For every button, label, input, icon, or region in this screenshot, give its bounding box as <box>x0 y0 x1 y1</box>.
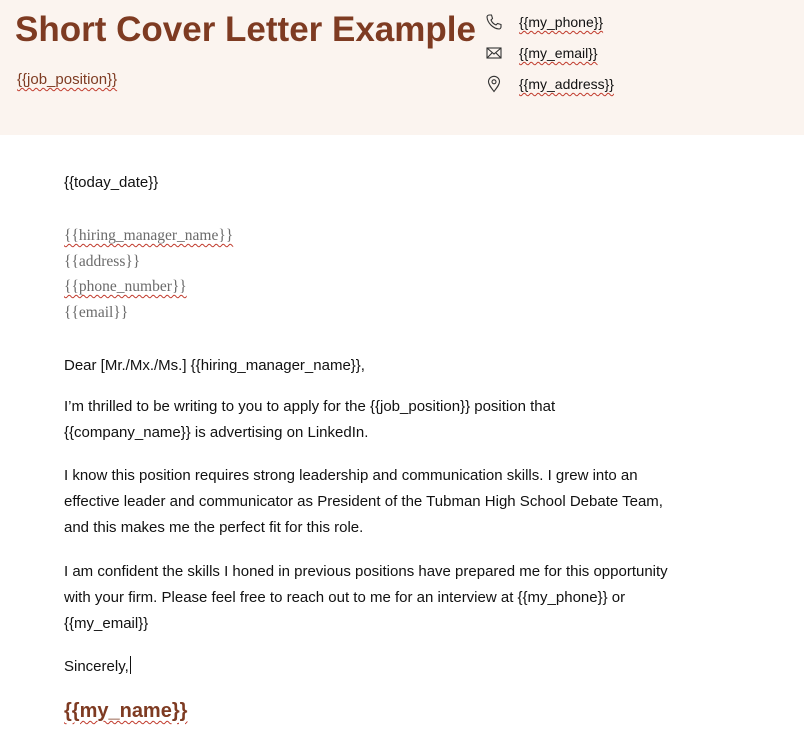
recipient-address: {{address}} <box>64 252 141 270</box>
recipient-block: {{hiring_manager_name}} {{address}} {{ph… <box>64 223 233 325</box>
text-cursor <box>129 656 131 674</box>
paragraph-1-line-2: {{company_name}} is advertising on Linke… <box>64 424 369 441</box>
document-title: Short Cover Letter Example <box>15 10 476 49</box>
recipient-email: {{email}} <box>64 303 129 321</box>
closing-text[interactable]: Sincerely, <box>64 658 129 675</box>
recipient-name: {{hiring_manager_name}} <box>64 227 234 244</box>
paragraph-2-line-3: and this makes me the perfect fit for th… <box>64 519 364 536</box>
job-position-subtitle: {{job_position}} <box>17 71 118 88</box>
paragraph-3-line-3: {{my_email}} <box>64 615 149 632</box>
phone-icon <box>485 13 503 31</box>
salutation: Dear [Mr./Mx./Ms.] {{hiring_manager_name… <box>64 357 365 374</box>
closing[interactable]: Sincerely, <box>64 654 131 680</box>
location-pin-icon <box>485 75 503 93</box>
paragraph-2-line-1: I know this position requires strong lea… <box>64 467 638 484</box>
letter-header: Short Cover Letter Example {{job_positio… <box>0 0 804 135</box>
signature-name: {{my_name}} <box>64 700 188 722</box>
contact-email-text: {{my_email}} <box>519 45 598 61</box>
contact-email: {{my_email}} <box>485 42 598 64</box>
contact-phone: {{my_phone}} <box>485 11 603 33</box>
contact-address-text: {{my_address}} <box>519 76 614 92</box>
mail-icon <box>485 44 503 62</box>
letter-date: {{today_date}} <box>64 174 159 191</box>
recipient-phone: {{phone_number}} <box>64 278 187 295</box>
paragraph-2: I know this position requires strong lea… <box>64 463 663 541</box>
paragraph-3-line-1: I am confident the skills I honed in pre… <box>64 563 668 580</box>
paragraph-3-line-2: with your firm. Please feel free to reac… <box>64 589 626 606</box>
paragraph-2-line-2: effective leader and communicator as Pre… <box>64 493 663 510</box>
contact-phone-text: {{my_phone}} <box>519 14 604 30</box>
paragraph-3: I am confident the skills I honed in pre… <box>64 559 668 637</box>
contact-address: {{my_address}} <box>485 73 614 95</box>
paragraph-1-line-1: I’m thrilled to be writing to you to app… <box>64 398 556 415</box>
paragraph-1: I’m thrilled to be writing to you to app… <box>64 394 555 446</box>
